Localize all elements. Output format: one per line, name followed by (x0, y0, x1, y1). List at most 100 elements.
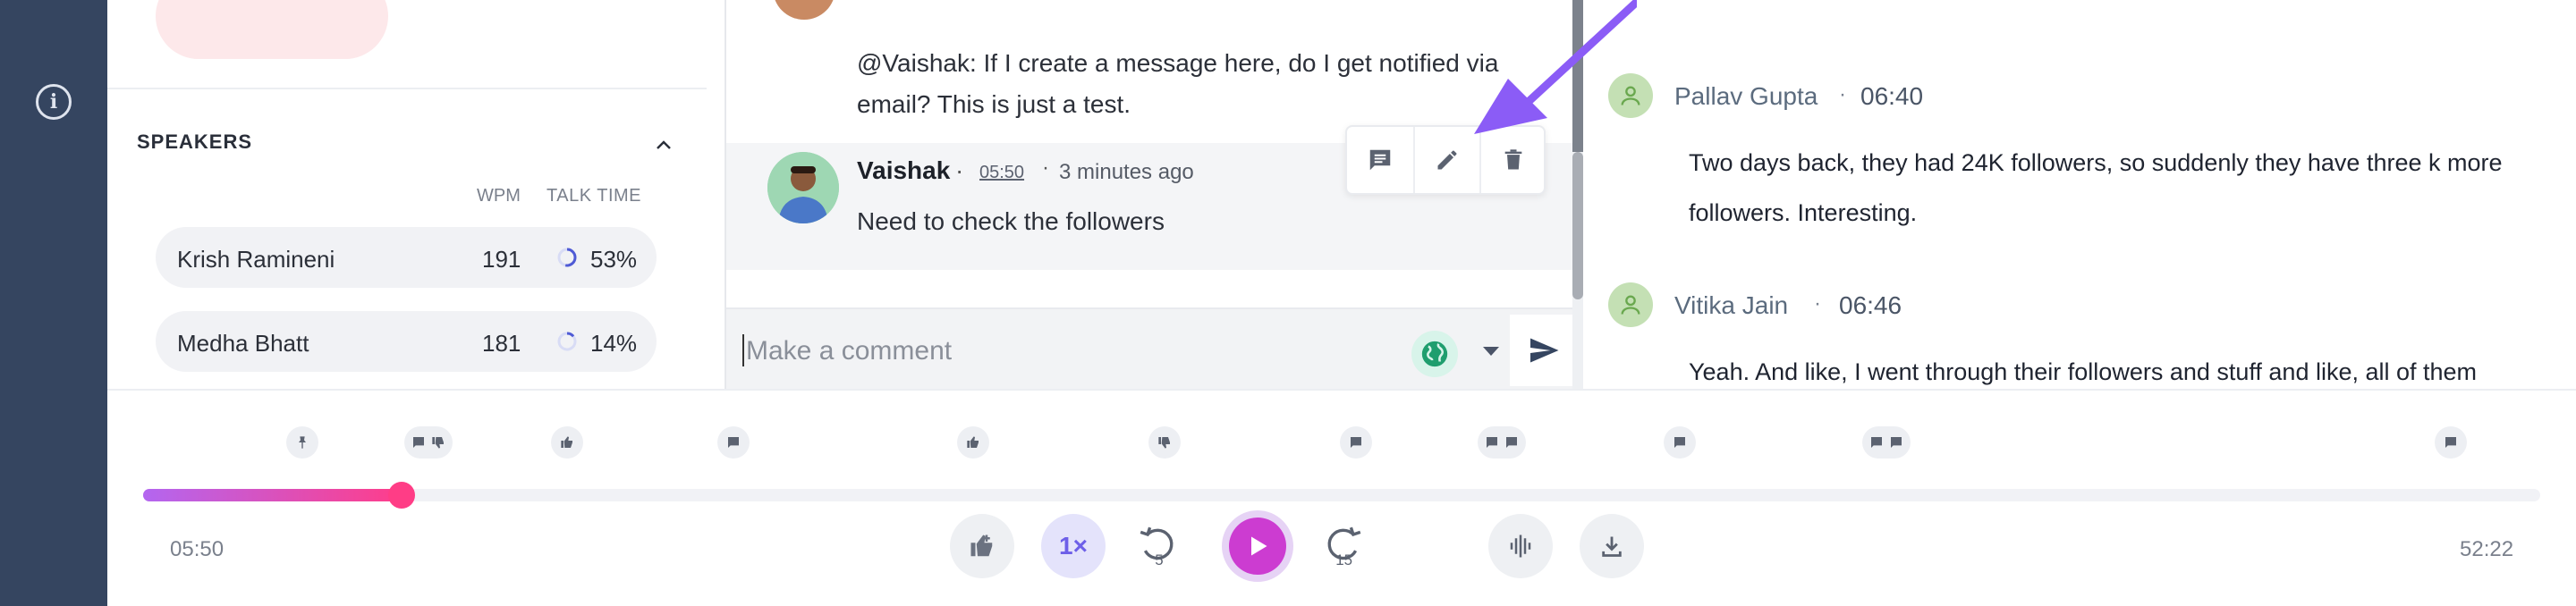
seek-bar[interactable] (143, 482, 2540, 509)
text-caret (742, 334, 744, 366)
rewind-seconds: 5 (1155, 551, 1163, 568)
marker[interactable] (957, 426, 989, 459)
thumbs-down-icon (432, 437, 444, 449)
total-time: 52:22 (2460, 537, 2514, 561)
media-player: 05:50 52:22 1× 5 15 (107, 389, 2576, 606)
delete-icon (1504, 149, 1522, 170)
separator: · (1042, 156, 1049, 180)
speaker-talk-time: 14% (590, 330, 638, 357)
transcript-panel: Pallav Gupta · 06:40 Two days back, they… (1583, 0, 2576, 389)
current-time: 05:50 (170, 537, 225, 561)
forward-icon: 15 (1327, 526, 1361, 568)
seek-handle[interactable] (388, 482, 416, 509)
play-button-inner (1229, 518, 1286, 575)
comment-relative-time: 3 minutes ago (1059, 160, 1194, 184)
person-avatar-icon (767, 152, 839, 223)
transcript-speaker-name[interactable]: Vitika Jain (1674, 291, 1788, 320)
transcript-timestamp[interactable]: 06:40 (1860, 82, 1923, 111)
talk-time-ring-icon (557, 332, 577, 351)
marker[interactable] (1862, 426, 1911, 459)
col-header-talk-time: TALK TIME (547, 186, 642, 206)
comment-icon (1351, 437, 1361, 448)
info-icon[interactable]: i (36, 84, 72, 120)
seek-progress (143, 489, 402, 501)
marker[interactable] (1478, 426, 1526, 459)
divider (107, 88, 707, 89)
annotation-arrow-icon (1474, 0, 1637, 134)
comment-icon (2445, 437, 2456, 448)
comment-icon (1674, 437, 1685, 448)
comment-text: Need to check the followers (857, 207, 1165, 235)
visibility-button[interactable] (1411, 331, 1458, 377)
pink-pill-button[interactable] (156, 0, 388, 59)
marker[interactable] (551, 426, 583, 459)
avatar (767, 152, 839, 223)
separator: · (955, 156, 964, 184)
comment-icon (413, 437, 424, 448)
marker[interactable] (717, 426, 750, 459)
comment-icon (1871, 437, 1882, 448)
playback-speed-button[interactable]: 1× (1041, 514, 1106, 578)
speaker-talk-time: 53% (590, 246, 638, 273)
thumbs-up-icon (561, 436, 572, 448)
reply-button[interactable] (1347, 127, 1413, 193)
transcript-timestamp[interactable]: 06:46 (1839, 291, 1902, 320)
send-button[interactable] (1510, 315, 1578, 386)
person-icon (1621, 295, 1640, 315)
comment-input[interactable]: Make a comment (746, 336, 952, 366)
comment-author: Vaishak (857, 156, 951, 184)
transcript-speaker-name[interactable]: Pallav Gupta (1674, 82, 1818, 111)
comment-icon (1891, 437, 1902, 448)
comment-timestamp-link[interactable]: 05:50 (979, 163, 1024, 183)
globe-icon (1421, 341, 1448, 367)
comment-icon (1369, 149, 1391, 171)
rewind-button[interactable]: 5 (1127, 514, 1191, 578)
like-button[interactable] (950, 514, 1014, 578)
avatar (773, 0, 835, 20)
separator: · (1814, 291, 1821, 316)
waveform-button[interactable] (1488, 514, 1553, 578)
col-header-wpm: WPM (477, 186, 521, 206)
marker[interactable] (1340, 426, 1372, 459)
comment-input-bar: Make a comment (726, 307, 1578, 389)
talk-time-ring-icon (557, 248, 577, 267)
transcript-text: Two days back, they had 24K followers, s… (1689, 149, 2503, 176)
marker[interactable] (1664, 426, 1696, 459)
speaker-name: Medha Bhatt (177, 330, 309, 357)
send-icon (1530, 338, 1559, 363)
comment-icon (1506, 437, 1517, 448)
play-icon (1251, 536, 1267, 556)
marker[interactable] (1148, 426, 1181, 459)
pin-icon (299, 436, 306, 449)
chevron-down-icon[interactable] (1483, 347, 1499, 356)
chevron-up-icon[interactable] (655, 136, 673, 154)
marker[interactable] (2435, 426, 2467, 459)
waveform-icon (1510, 534, 1531, 558)
speakers-panel: SPEAKERS WPM TALK TIME Krish Ramineni 19… (107, 0, 724, 389)
thumbs-up-icon (967, 436, 979, 448)
transcript-text: followers. Interesting. (1689, 199, 1918, 226)
rewind-icon: 5 (1140, 526, 1174, 568)
scrollbar-thumb[interactable] (1572, 152, 1583, 299)
forward-seconds: 15 (1335, 551, 1352, 568)
thumbs-up-plus-icon (970, 534, 993, 557)
marker[interactable] (404, 426, 453, 459)
marker[interactable] (286, 426, 318, 459)
speaker-row[interactable]: Medha Bhatt 181 14% (156, 311, 657, 372)
comment-icon (728, 437, 739, 448)
download-button[interactable] (1580, 514, 1644, 578)
speaker-wpm: 191 (482, 246, 521, 273)
thumbs-down-icon (1158, 437, 1170, 449)
speaker-name: Krish Ramineni (177, 246, 335, 273)
speaker-row[interactable]: Krish Ramineni 191 53% (156, 227, 657, 288)
separator: · (1839, 82, 1846, 106)
play-button[interactable] (1222, 510, 1293, 582)
forward-button[interactable]: 15 (1309, 514, 1374, 578)
speaker-avatar (1608, 282, 1653, 327)
speakers-title: SPEAKERS (137, 130, 253, 153)
comments-panel: @Vaishak: If I create a message here, do… (724, 0, 1583, 389)
left-rail: i (0, 0, 107, 606)
download-icon (1602, 536, 1622, 557)
comment-icon (1487, 437, 1497, 448)
edit-icon (1437, 150, 1457, 170)
